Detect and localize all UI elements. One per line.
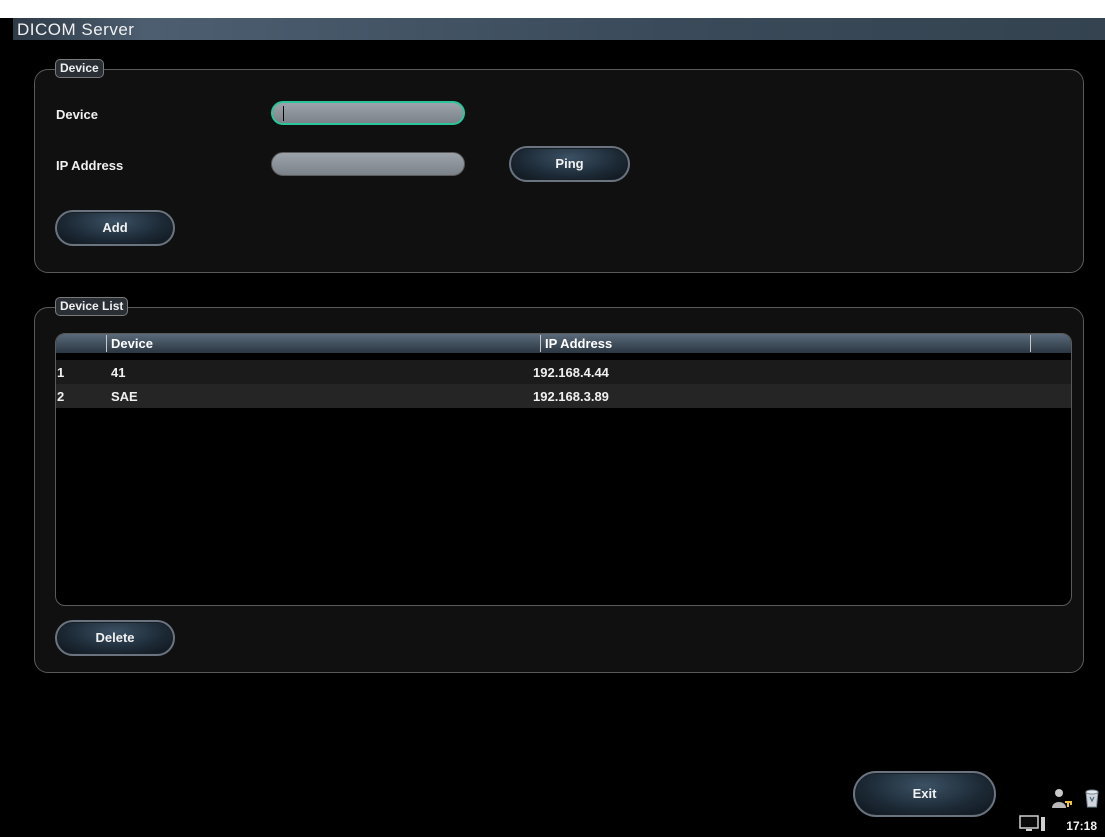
column-separator [1030,335,1031,352]
row-ip-address: 192.168.4.44 [533,365,609,380]
delete-button[interactable]: Delete [55,620,175,656]
row-ip-address: 192.168.3.89 [533,389,609,404]
row-device: 41 [111,365,126,380]
device-panel-legend: Device [55,59,104,78]
row-index: 1 [57,365,65,380]
ip-address-label: IP Address [56,158,124,173]
device-list-legend: Device List [55,297,129,316]
table-header: Device IP Address [56,334,1071,353]
exit-button[interactable]: Exit [853,771,996,817]
add-button[interactable]: Add [55,210,175,246]
table-row[interactable]: 2 SAE 192.168.3.89 [56,384,1071,408]
monitor-icon [1019,815,1045,831]
column-header-ip-address[interactable]: IP Address [541,336,612,351]
device-input[interactable] [271,101,465,125]
clock: 17:18 [1066,819,1097,833]
user-key-icon[interactable] [1051,788,1075,810]
device-label: Device [56,107,98,122]
recycle-bin-icon[interactable] [1083,787,1101,809]
row-index: 2 [57,389,65,404]
table-row[interactable]: 1 41 192.168.4.44 [56,360,1071,384]
device-table[interactable]: Device IP Address 1 41 192.168.4.44 2 SA… [55,333,1072,606]
text-caret [283,106,284,121]
row-device: SAE [111,389,138,404]
window-titlebar: DICOM Server [13,18,1105,40]
column-header-device[interactable]: Device [107,336,153,351]
ping-button[interactable]: Ping [509,146,630,182]
ip-address-input[interactable] [271,152,465,176]
window-title: DICOM Server [17,20,135,39]
top-band [0,0,1105,18]
